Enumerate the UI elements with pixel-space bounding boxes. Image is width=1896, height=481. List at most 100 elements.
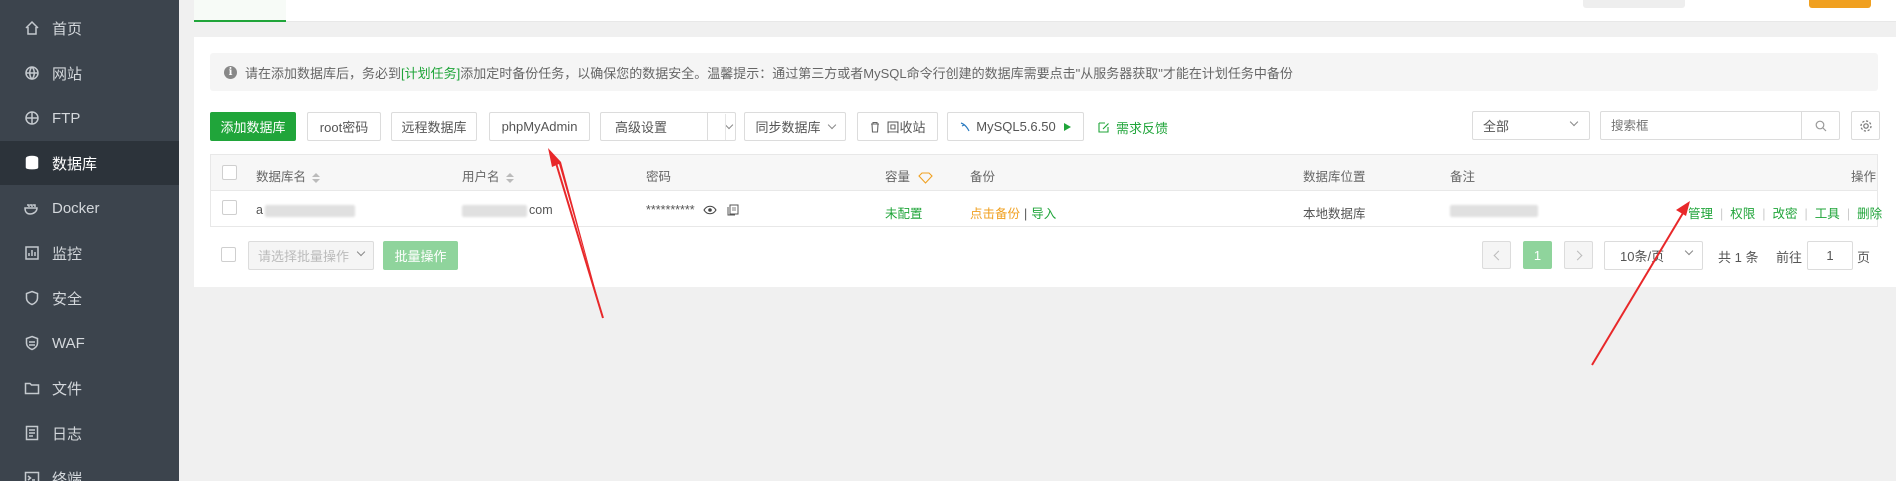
- sidebar-item-label: 安全: [52, 290, 83, 308]
- sidebar-item-label: 数据库: [52, 155, 98, 173]
- phpmyadmin-button[interactable]: phpMyAdmin: [489, 112, 590, 141]
- manage-link[interactable]: 管理: [1688, 207, 1713, 221]
- sidebar-item-files[interactable]: 文件: [0, 366, 179, 410]
- remark-cell[interactable]: [1450, 203, 1538, 217]
- folder-icon: [24, 380, 40, 396]
- ops-divider: |: [1804, 207, 1808, 221]
- sidebar-item-terminal[interactable]: 终端: [0, 456, 179, 481]
- db-name-cell: a: [256, 203, 355, 217]
- advanced-settings-dropdown[interactable]: 高级设置: [600, 112, 736, 141]
- sidebar-item-waf[interactable]: WAF: [0, 321, 179, 365]
- sidebar-item-label: 首页: [52, 20, 83, 38]
- prev-page-button[interactable]: [1482, 241, 1511, 269]
- sidebar-item-database[interactable]: 数据库: [0, 141, 179, 185]
- location-cell: 本地数据库: [1303, 207, 1366, 221]
- chevron-right-icon: [1572, 250, 1582, 260]
- schedule-task-link[interactable]: [计划任务]: [401, 63, 460, 82]
- waf-icon: [24, 335, 40, 351]
- batch-select-checkbox[interactable]: [221, 247, 236, 262]
- password-value: **********: [646, 203, 695, 217]
- terminal-icon: [24, 470, 40, 481]
- info-icon: i: [224, 65, 237, 79]
- import-link[interactable]: 导入: [1031, 207, 1056, 221]
- header-db-name[interactable]: 数据库名: [256, 166, 321, 185]
- row-checkbox[interactable]: [222, 200, 237, 215]
- username-cell: com: [462, 203, 553, 217]
- advanced-settings-label: 高级设置: [615, 120, 668, 135]
- sidebar-item-website[interactable]: 网站: [0, 51, 179, 95]
- next-page-button[interactable]: [1564, 241, 1593, 269]
- sidebar-item-label: Docker: [52, 199, 100, 217]
- shield-icon: [24, 290, 40, 306]
- backup-now-link[interactable]: 点击备份: [970, 207, 1020, 221]
- redacted-text: [1450, 204, 1538, 217]
- root-password-button[interactable]: root密码: [307, 112, 381, 141]
- current-page[interactable]: 1: [1523, 241, 1552, 269]
- recycle-bin-button[interactable]: 回收站: [857, 112, 938, 141]
- top-right-warning-button[interactable]: [1809, 0, 1871, 8]
- header-username[interactable]: 用户名: [462, 166, 514, 185]
- header-capacity-label: 容量: [885, 170, 911, 184]
- sidebar-item-security[interactable]: 安全: [0, 276, 179, 320]
- header-db-name-label: 数据库名: [256, 170, 307, 184]
- permissions-link[interactable]: 权限: [1730, 207, 1755, 221]
- eye-icon[interactable]: [703, 205, 717, 215]
- sync-database-label: 同步数据库: [755, 120, 821, 135]
- sidebar-item-label: 文件: [52, 380, 83, 398]
- sidebar-item-label: WAF: [52, 334, 85, 352]
- play-icon: [1063, 122, 1071, 131]
- change-password-link[interactable]: 改密: [1773, 207, 1798, 221]
- sidebar-item-ftp[interactable]: FTP: [0, 96, 179, 140]
- docker-icon: [24, 200, 40, 216]
- tab-mysql[interactable]: [194, 0, 286, 22]
- globe-icon: [24, 65, 40, 81]
- monitor-icon: [24, 245, 40, 261]
- chevron-down-icon: [1684, 246, 1694, 256]
- sidebar-item-label: 终端: [52, 470, 83, 481]
- header-capacity: 容量: [885, 166, 933, 185]
- sidebar-item-label: 网站: [52, 65, 83, 83]
- notice-prefix: 请在添加数据库后，务必到: [245, 65, 402, 81]
- database-icon: [24, 155, 40, 171]
- username-value: com: [529, 203, 553, 217]
- table-header: 数据库名 用户名 密码 容量 备份 数据库位置 备注 操作: [211, 155, 1877, 191]
- capacity-unconfigured-link[interactable]: 未配置: [885, 203, 923, 222]
- goto-page-input[interactable]: 1: [1807, 241, 1853, 270]
- page-size-select[interactable]: 10条/页: [1604, 241, 1703, 270]
- add-database-button[interactable]: 添加数据库: [210, 112, 296, 141]
- remote-database-button[interactable]: 远程数据库: [391, 112, 477, 141]
- edit-icon: [1098, 122, 1109, 133]
- tools-link[interactable]: 工具: [1815, 207, 1840, 221]
- backup-cell: 点击备份 | 导入: [970, 203, 1056, 222]
- search-input[interactable]: [1611, 118, 1801, 133]
- search-divider: [1801, 112, 1802, 139]
- sidebar-item-logs[interactable]: 日志: [0, 411, 179, 455]
- column-settings-button[interactable]: [1851, 111, 1880, 140]
- sidebar-item-docker[interactable]: Docker: [0, 186, 179, 230]
- page-suffix: 页: [1857, 250, 1871, 265]
- select-all-checkbox[interactable]: [222, 165, 237, 180]
- delete-link[interactable]: 删除: [1857, 207, 1882, 221]
- batch-operation-button[interactable]: 批量操作: [383, 241, 458, 270]
- page-size-value: 10条/页: [1620, 249, 1665, 264]
- sort-icon: [505, 172, 514, 183]
- mysql-version-button[interactable]: MySQL5.6.50: [947, 112, 1084, 141]
- redacted-text: [462, 204, 527, 217]
- filter-select[interactable]: 全部: [1472, 111, 1590, 140]
- mysql-version-label: MySQL5.6.50: [976, 119, 1056, 134]
- filter-value: 全部: [1483, 119, 1510, 134]
- feedback-link[interactable]: 需求反馈: [1097, 118, 1168, 137]
- sidebar-item-home[interactable]: 首页: [0, 6, 179, 50]
- search-box[interactable]: [1600, 111, 1840, 140]
- sync-database-button[interactable]: 同步数据库: [744, 112, 846, 141]
- copy-icon[interactable]: [727, 204, 739, 216]
- header-username-label: 用户名: [462, 170, 500, 184]
- chevron-down-icon: [827, 120, 836, 129]
- batch-operation-select[interactable]: 请选择批量操作: [248, 241, 374, 270]
- search-icon[interactable]: [1815, 120, 1827, 132]
- notice-suffix: 添加定时备份任务，以确保您的数据安全。温馨提示：通过第三方或者MySQL命令行创…: [460, 65, 1293, 81]
- sidebar-item-label: 日志: [52, 425, 83, 443]
- db-type-tabs: [194, 0, 1896, 22]
- password-cell: **********: [646, 203, 739, 217]
- sidebar-item-monitor[interactable]: 监控: [0, 231, 179, 275]
